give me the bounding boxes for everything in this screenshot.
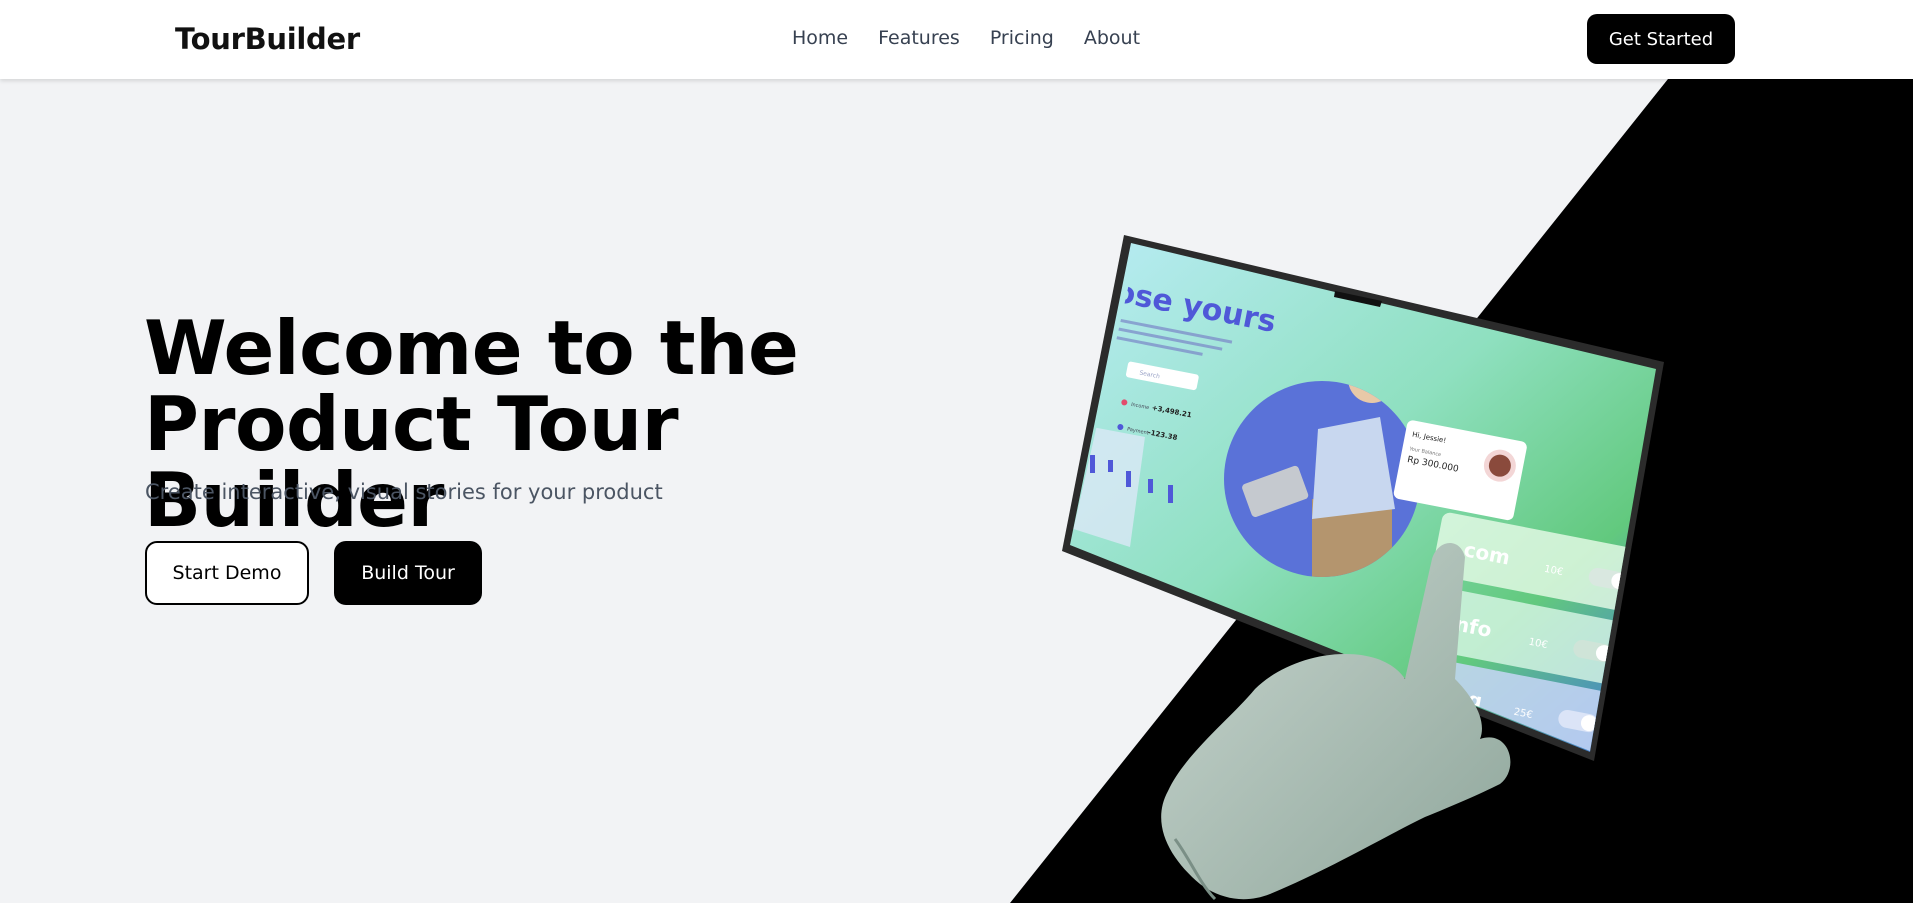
get-started-button[interactable]: Get Started [1587,14,1735,64]
nav-link-features[interactable]: Features [878,27,960,49]
nav-link-home[interactable]: Home [792,27,848,49]
main-nav: Home Features Pricing About [792,27,1140,49]
hero-section: Welcome to the Product Tour Builder Crea… [0,79,1913,903]
nav-link-about[interactable]: About [1084,27,1140,49]
nav-link-pricing[interactable]: Pricing [990,27,1054,49]
hero-illustration: oose yours Search Income +3,498.21 Payme… [1062,235,1664,901]
top-navbar: TourBuilder Home Features Pricing About … [0,0,1913,79]
brand-logo[interactable]: TourBuilder [175,22,360,56]
